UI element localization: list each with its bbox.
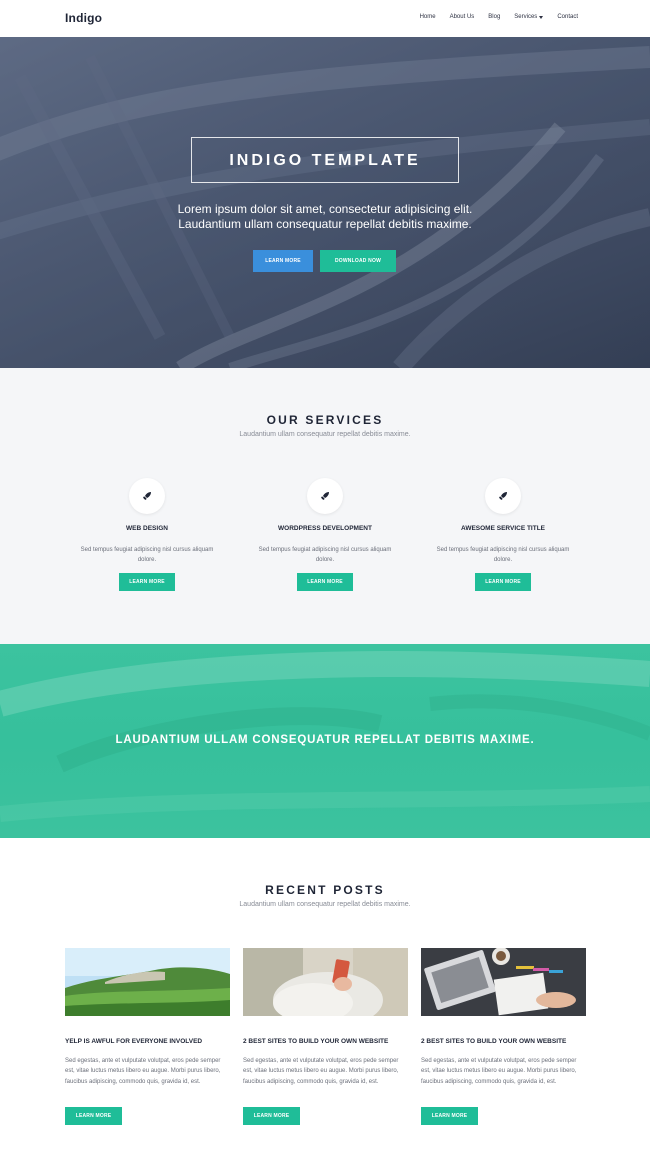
hero-subtitle: Lorem ipsum dolor sit amet, consectetur … [0,202,650,232]
nav-item-home[interactable]: Home [420,14,436,20]
nav-item-blog[interactable]: Blog [488,14,500,20]
post-excerpt: Sed egestas, ante et vulputate volutpat,… [243,1058,399,1085]
service-learn-more-button[interactable]: LEARN MORE [297,573,353,591]
post-excerpt: Sed egestas, ante et vulputate volutpat,… [421,1058,577,1085]
chevron-down-icon [539,15,544,19]
service-title: WEB DESIGN [126,525,168,532]
post-image-landscape[interactable] [65,948,230,1016]
post-title[interactable]: YELP IS AWFUL FOR EVERYONE INVOLVED [65,1038,235,1045]
post-excerpt: Sed egestas, ante et vulputate volutpat,… [65,1058,221,1085]
service-title: AWESOME SERVICE TITLE [460,525,546,532]
service-text: Sed tempus feugiat adipiscing nisl cursu… [436,547,570,563]
service-learn-more-button[interactable]: LEARN MORE [119,573,175,591]
hero-title-frame: INDIGO TEMPLATE [191,137,459,183]
cta-banner: LAUDANTIUM ULLAM CONSEQUATUR REPELLAT DE… [0,644,650,838]
service-text: Sed tempus feugiat adipiscing nisl cursu… [258,547,392,563]
hero-subtitle-line-2: Laudantium ullam consequatur repellat de… [178,217,472,231]
posts-title: RECENT POSTS [265,883,385,897]
post-image-phone[interactable] [243,948,408,1016]
nav-item-services-label: Services [514,14,538,20]
post-learn-more-button[interactable]: LEARN MORE [65,1107,122,1125]
services-section: OUR SERVICES Laudantium ullam consequatu… [0,368,650,644]
hero-learn-more-button[interactable]: LEARN MORE [253,250,313,272]
posts-subtitle: Laudantium ullam consequatur repellat de… [239,901,411,908]
services-title: OUR SERVICES [266,413,384,427]
post-title[interactable]: 2 BEST SITES TO BUILD YOUR OWN WEBSITE [243,1038,413,1045]
hero-section: INDIGO TEMPLATE Lorem ipsum dolor sit am… [0,37,650,368]
banner-heading: LAUDANTIUM ULLAM CONSEQUATUR REPELLAT DE… [115,734,535,746]
main-menu: Home About Us Blog Services Contact [420,14,578,20]
nav-item-services[interactable]: Services [514,14,544,20]
rocket-icon [485,478,521,514]
hero-subtitle-line-1: Lorem ipsum dolor sit amet, consectetur … [177,202,473,216]
rocket-icon [307,478,343,514]
post-image-desk[interactable] [421,948,586,1016]
service-text: Sed tempus feugiat adipiscing nisl cursu… [80,547,214,563]
service-title: WORDPRESS DEVELOPMENT [278,525,372,532]
hero-download-now-button[interactable]: DOWNLOAD NOW [320,250,396,272]
post-learn-more-button[interactable]: LEARN MORE [421,1107,478,1125]
nav-item-about[interactable]: About Us [450,14,475,20]
recent-posts-section: RECENT POSTS Laudantium ullam consequatu… [0,838,650,1155]
post-learn-more-button[interactable]: LEARN MORE [243,1107,300,1125]
services-subtitle: Laudantium ullam consequatur repellat de… [239,431,411,438]
rocket-icon [129,478,165,514]
service-learn-more-button[interactable]: LEARN MORE [475,573,531,591]
hero-title: INDIGO TEMPLATE [229,152,421,169]
post-title[interactable]: 2 BEST SITES TO BUILD YOUR OWN WEBSITE [421,1038,591,1045]
nav-item-contact[interactable]: Contact [557,14,578,20]
top-navbar: Indigo Home About Us Blog Services Conta… [0,0,650,37]
brand-logo[interactable]: Indigo [65,11,102,25]
